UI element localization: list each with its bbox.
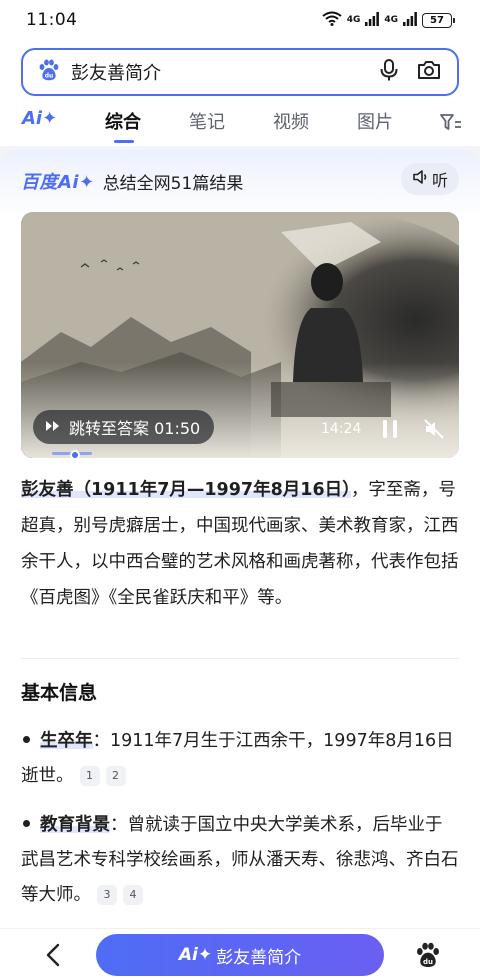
video-player[interactable]: 跳转至答案 01:50 14:24 bbox=[21, 212, 459, 458]
camera-icon[interactable] bbox=[417, 59, 441, 85]
tab-comprehensive[interactable]: 综合 bbox=[105, 108, 141, 134]
wifi-icon bbox=[322, 11, 342, 30]
ai-summary-label: 总结全网51篇结果 bbox=[102, 173, 244, 194]
video-duration: 14:24 bbox=[321, 421, 362, 437]
intro-paragraph: 彭友善（1911年7月—1997年8月16日），字至斋，号超真，别号虎癖居士，中… bbox=[21, 472, 459, 616]
back-arrow-icon[interactable] bbox=[40, 941, 68, 969]
ai-ask-button[interactable]: Ai✦ 彭友善简介 bbox=[96, 934, 384, 976]
battery-icon: 57 bbox=[422, 12, 455, 28]
divider bbox=[21, 658, 459, 659]
signal-label-2: 4G bbox=[384, 15, 398, 25]
play-forward-icon bbox=[45, 418, 61, 437]
citation-ref[interactable]: 4 bbox=[123, 885, 143, 905]
list-item-sep: ： bbox=[92, 731, 111, 751]
baidu-paw-icon: du bbox=[37, 58, 61, 86]
tab-images[interactable]: 图片 bbox=[357, 108, 393, 134]
tab-ai[interactable]: Ai✦ bbox=[22, 108, 57, 129]
list-item: 生卒年：1911年7月生于江西余干，1997年8月16日逝世。 1 2 bbox=[21, 724, 459, 794]
citation-ref[interactable]: 3 bbox=[97, 885, 117, 905]
baidu-ai-logo: 百度Ai✦ bbox=[21, 172, 95, 193]
search-query[interactable]: 彭友善简介 bbox=[71, 59, 379, 85]
bullet-dot bbox=[23, 820, 30, 827]
tab-notes[interactable]: 笔记 bbox=[189, 108, 225, 134]
status-bar: 11:04 4G 4G 57 bbox=[0, 0, 480, 40]
mute-icon[interactable] bbox=[423, 418, 445, 444]
search-header: du 彭友善简介 Ai✦ 综合 笔记 视频 图片 bbox=[0, 40, 480, 146]
bottom-bar: Ai✦ 彭友善简介 du bbox=[0, 928, 480, 980]
microphone-icon[interactable] bbox=[379, 58, 399, 86]
status-time: 11:04 bbox=[26, 10, 78, 30]
section-title-basic-info: 基本信息 bbox=[21, 682, 98, 704]
list-item-key: 教育背景 bbox=[40, 815, 110, 835]
jump-to-answer-label: 跳转至答案 01:50 bbox=[69, 419, 201, 438]
listen-button[interactable]: 听 bbox=[401, 163, 459, 195]
search-tabs: Ai✦ 综合 笔记 视频 图片 bbox=[0, 104, 480, 146]
ai-card-header: 百度Ai✦ 总结全网51篇结果 bbox=[21, 168, 243, 194]
citation-ref[interactable]: 2 bbox=[105, 766, 126, 786]
list-item-sep: ： bbox=[110, 815, 128, 835]
listen-label: 听 bbox=[431, 171, 448, 190]
intro-name-dates: 彭友善（1911年7月—1997年8月16日） bbox=[21, 480, 351, 500]
svg-text:du: du bbox=[423, 958, 433, 966]
signal-icon bbox=[403, 11, 417, 30]
filter-icon[interactable] bbox=[440, 113, 462, 137]
svg-text:du: du bbox=[45, 73, 54, 80]
ai-pill-mark: Ai✦ bbox=[178, 945, 213, 965]
speaker-icon bbox=[412, 168, 430, 190]
ai-pill-label: 彭友善简介 bbox=[216, 947, 302, 968]
list-item: 教育背景：曾就读于国立中央大学美术系，后毕业于武昌艺术专科学校绘画系，师从潘天寿… bbox=[21, 808, 459, 913]
signal-icon bbox=[365, 11, 380, 30]
citation-ref[interactable]: 1 bbox=[79, 766, 100, 786]
baidu-paw-icon[interactable]: du bbox=[414, 941, 442, 969]
pause-icon[interactable] bbox=[379, 418, 401, 444]
list-item-key: 生卒年 bbox=[40, 731, 93, 751]
ai-answer-card: 百度Ai✦ 总结全网51篇结果 听 跳转至答案 01:50 14:24 彭友善（… bbox=[0, 150, 480, 930]
video-progress-knob[interactable] bbox=[70, 450, 80, 460]
tab-videos[interactable]: 视频 bbox=[273, 108, 309, 134]
active-tab-indicator bbox=[114, 140, 134, 143]
jump-to-answer-button[interactable]: 跳转至答案 01:50 bbox=[33, 410, 215, 444]
status-icons: 4G 4G 57 bbox=[322, 11, 455, 30]
search-input[interactable]: du 彭友善简介 bbox=[21, 48, 459, 96]
bullet-dot bbox=[23, 736, 30, 743]
signal-label-1: 4G bbox=[346, 15, 361, 25]
